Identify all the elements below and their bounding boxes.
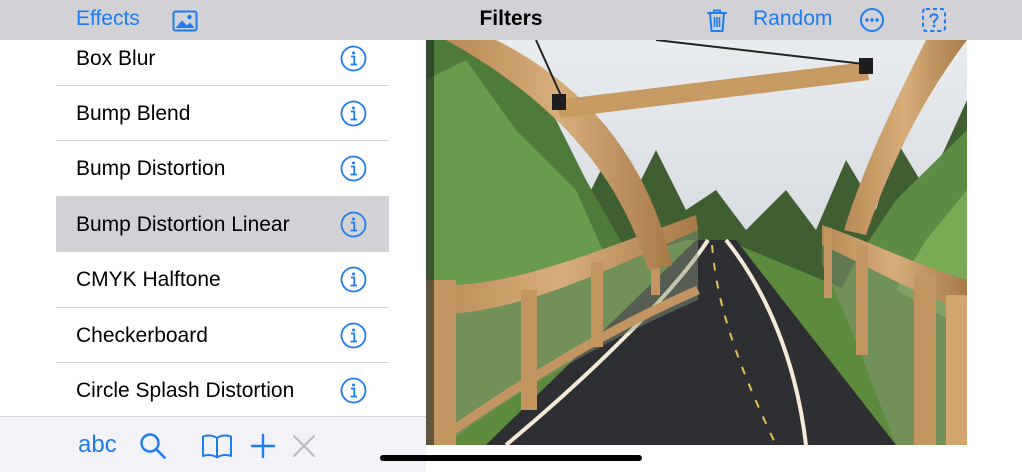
more-icon[interactable] [859, 7, 885, 33]
info-icon[interactable] [340, 266, 367, 293]
filter-label: Bump Distortion Linear [76, 212, 290, 236]
search-icon[interactable] [139, 432, 167, 460]
filter-label: Checkerboard [76, 323, 208, 347]
filter-label: Circle Splash Distortion [76, 378, 295, 402]
filter-row[interactable]: Box Blur [56, 40, 389, 86]
filter-label: Bump Distortion [76, 157, 226, 181]
info-icon[interactable] [340, 322, 367, 349]
info-icon[interactable] [340, 377, 367, 404]
navigation-bar: Filters Effects Random [0, 0, 1022, 40]
book-icon[interactable] [201, 432, 233, 460]
filter-label: CMYK Halftone [76, 268, 221, 292]
photo-library-icon[interactable] [172, 8, 198, 34]
plus-icon[interactable] [249, 432, 277, 460]
filter-row[interactable]: Bump Blend [56, 86, 389, 142]
filter-list: Box Blur Bump Blend Bump Distortion Bump… [56, 40, 389, 416]
filter-row[interactable]: Circle Splash Distortion [56, 363, 389, 416]
filter-row[interactable]: CMYK Halftone [56, 252, 389, 308]
info-icon[interactable] [340, 100, 367, 127]
filter-row[interactable]: Checkerboard [56, 308, 389, 363]
filter-row[interactable]: Bump Distortion [56, 141, 389, 197]
abc-button[interactable]: abc [78, 431, 117, 459]
info-icon[interactable] [340, 155, 367, 182]
filtered-photo[interactable] [426, 40, 967, 445]
effects-button[interactable]: Effects [76, 7, 140, 31]
home-indicator [380, 455, 642, 461]
bottom-toolbar: abc [0, 416, 426, 472]
close-icon[interactable] [290, 432, 318, 460]
filter-label: Box Blur [76, 47, 156, 70]
help-icon[interactable] [921, 7, 947, 33]
filter-row-selected[interactable]: Bump Distortion Linear [56, 196, 389, 253]
info-icon[interactable] [340, 45, 367, 72]
trash-icon[interactable] [704, 7, 730, 33]
info-icon[interactable] [340, 211, 367, 238]
random-button[interactable]: Random [753, 7, 832, 31]
filter-label: Bump Blend [76, 102, 191, 125]
